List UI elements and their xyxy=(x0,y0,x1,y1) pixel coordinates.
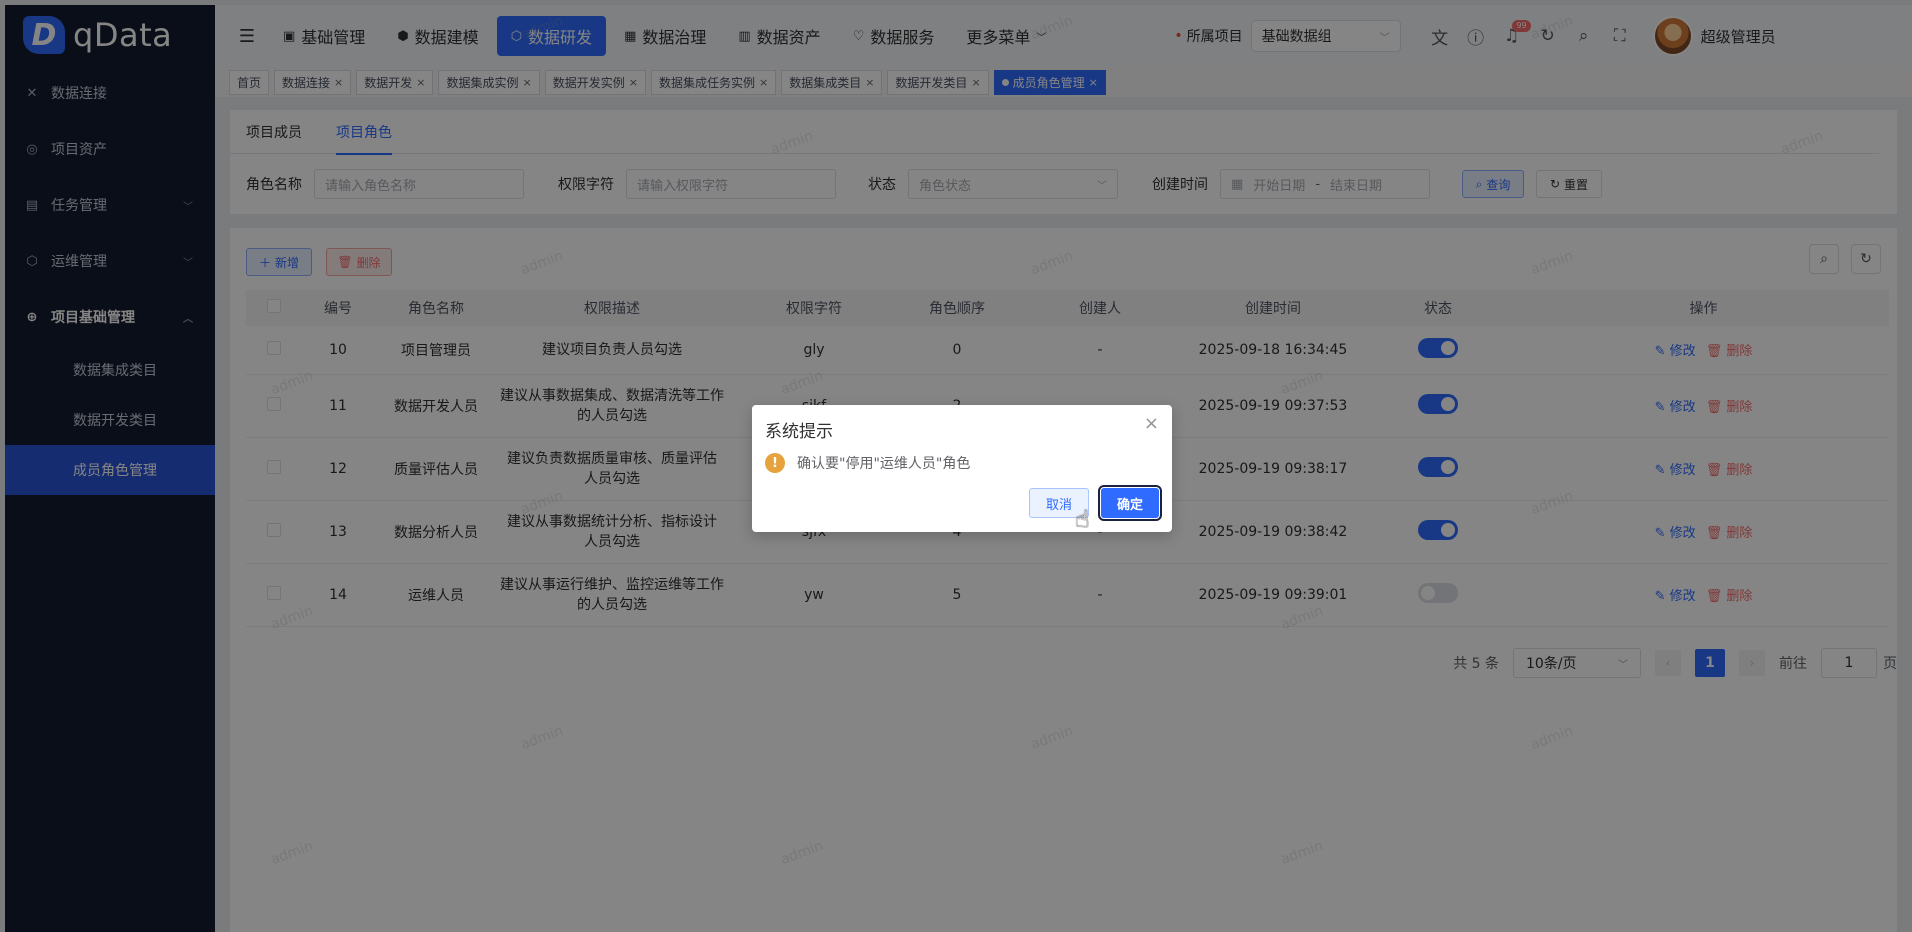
confirm-dialog: 系统提示 × ! 确认要"停用"运维人员"角色 取消 确定 xyxy=(752,405,1172,532)
dialog-buttons: 取消 确定 xyxy=(1029,485,1162,521)
confirm-button[interactable]: 确定 xyxy=(1098,485,1162,521)
dialog-message: ! 确认要"停用"运维人员"角色 xyxy=(765,453,970,473)
dialog-title: 系统提示 xyxy=(765,422,833,442)
hand-cursor-icon: ☝ xyxy=(1075,505,1090,533)
warning-icon: ! xyxy=(765,453,785,473)
dialog-message-text: 确认要"停用"运维人员"角色 xyxy=(797,456,971,472)
close-icon[interactable]: × xyxy=(1144,413,1159,434)
